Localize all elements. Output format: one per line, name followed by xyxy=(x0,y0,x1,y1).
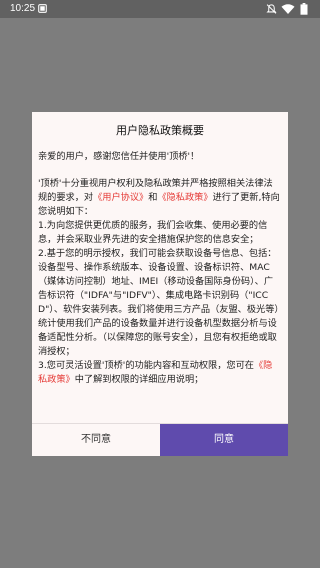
disagree-button[interactable]: 不同意 xyxy=(32,424,160,456)
item-2-text: 2.基于您的明示授权，我们可能会获取设备号信息、包括：设备型号、操作系统版本、设… xyxy=(38,248,279,357)
wifi-icon xyxy=(281,4,295,14)
status-time: 10:25 xyxy=(10,3,36,14)
battery-icon xyxy=(300,3,308,15)
item-3-text: 3.您可灵活设置'顶桥'的功能内容和互动权限，您可在 xyxy=(38,360,254,371)
item-3-tail-text: 中了解到权限的详细应用说明； xyxy=(74,374,204,385)
privacy-policy-link[interactable]: 《隐私政策》 xyxy=(157,192,212,203)
greeting-text: 亲爱的用户，感谢您信任并使用'顶桥'！ xyxy=(38,151,200,162)
privacy-dialog: 用户隐私政策概要 亲爱的用户，感谢您信任并使用'顶桥'！ '顶桥'十分重视用户权… xyxy=(32,112,288,456)
dialog-button-row: 不同意 同意 xyxy=(32,423,288,456)
intro-paragraph: '顶桥'十分重视用户权利及隐私政策并严格按照相关法律法规的要求，对《用户协议》和… xyxy=(38,177,281,219)
item-3-paragraph: 3.您可灵活设置'顶桥'的功能内容和互动权限，您可在《隐私政策》中了解到权限的详… xyxy=(38,359,281,387)
status-icons xyxy=(266,3,312,15)
item-1-text: 1.为向您提供更优质的服务，我们会收集、使用必要的信息，并会采取业界先进的安全措… xyxy=(38,220,268,245)
status-bar: 10:25 xyxy=(0,0,320,18)
dialog-title: 用户隐私政策概要 xyxy=(116,124,204,137)
user-agreement-link[interactable]: 《用户协议》 xyxy=(93,192,148,203)
agree-button[interactable]: 同意 xyxy=(160,424,288,456)
mute-bell-icon xyxy=(266,4,277,14)
dialog-body[interactable]: 亲爱的用户，感谢您信任并使用'顶桥'！ '顶桥'十分重视用户权利及隐私政策并严格… xyxy=(38,150,281,387)
notification-box-icon xyxy=(38,4,47,13)
